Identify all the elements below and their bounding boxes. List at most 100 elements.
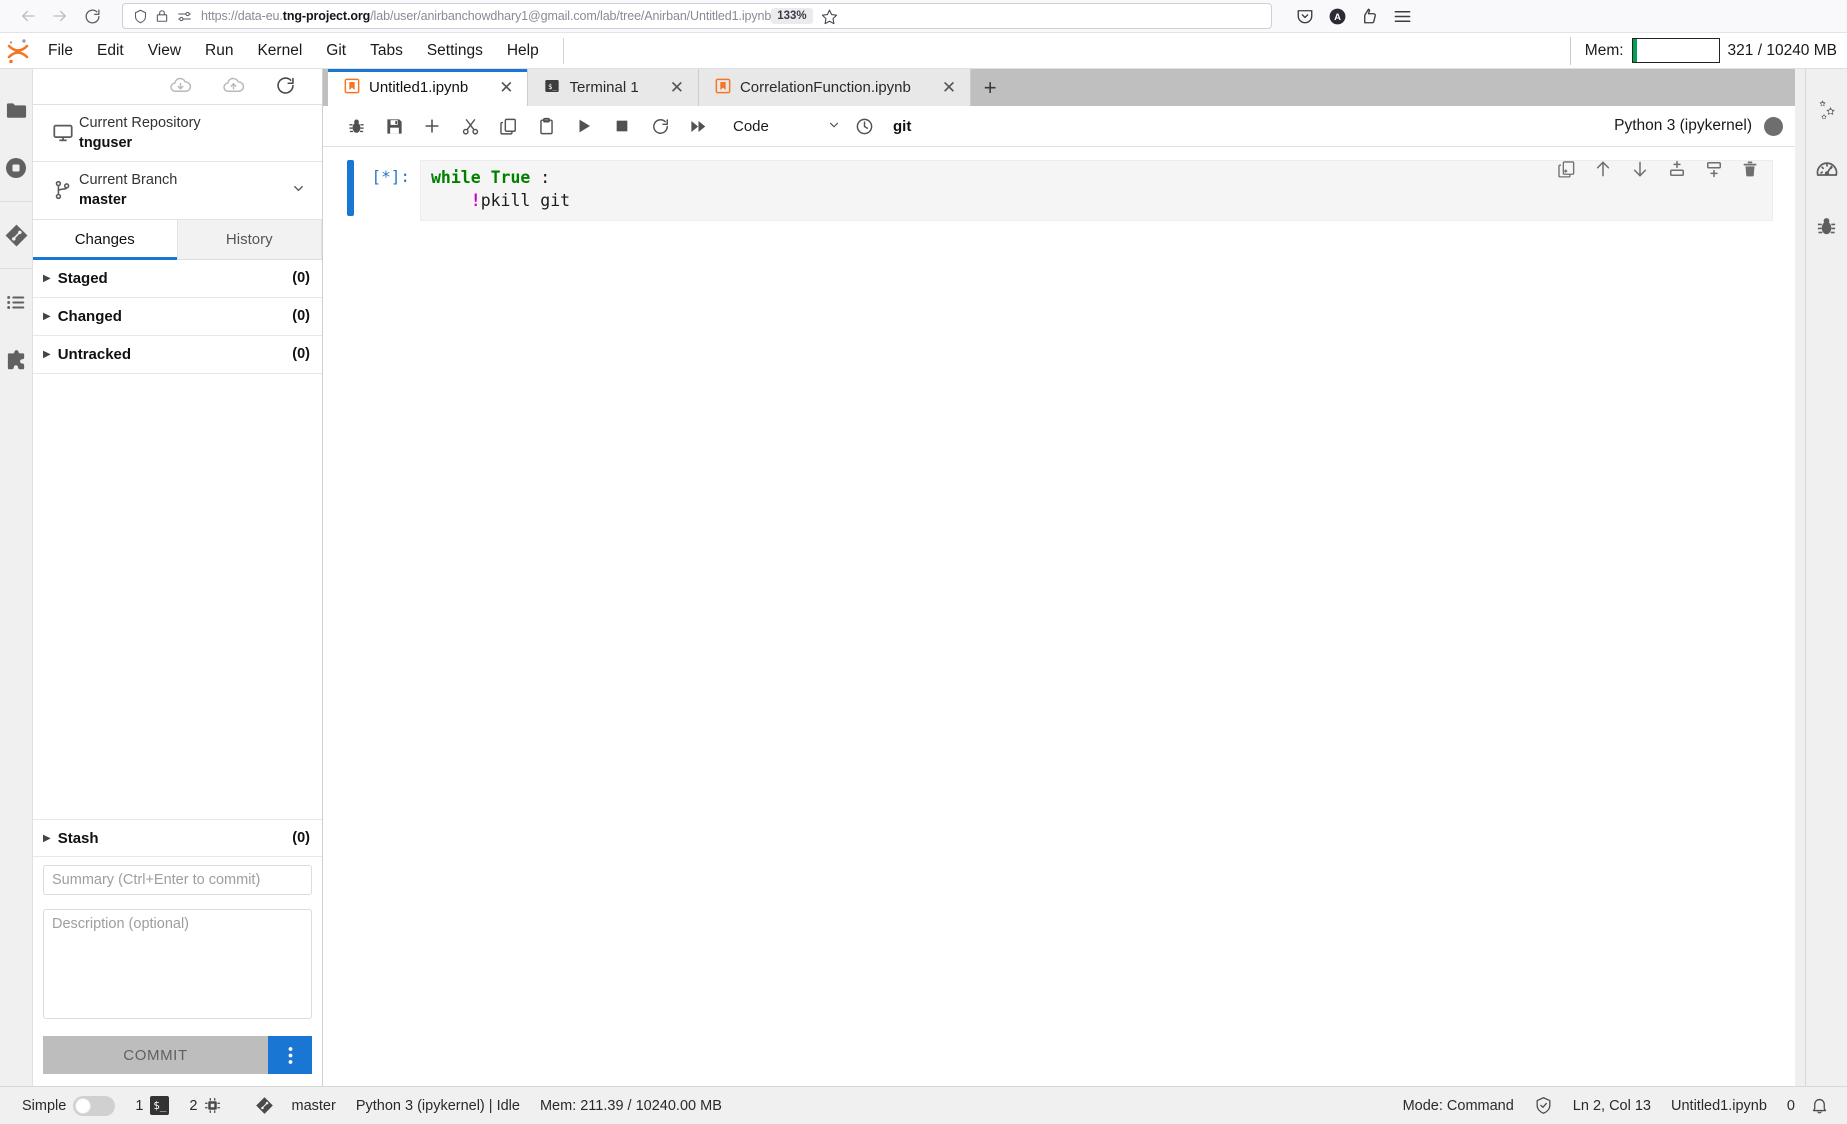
edit-mode-indicator[interactable]: Mode: Command bbox=[1403, 1098, 1514, 1114]
git-section-changed[interactable]: ▶ Changed (0) bbox=[33, 298, 322, 336]
toggle-knob bbox=[75, 1097, 92, 1114]
close-icon[interactable]: ✕ bbox=[499, 79, 513, 96]
move-cell-up-icon[interactable] bbox=[1593, 159, 1613, 184]
git-section-stash[interactable]: ▶ Stash (0) bbox=[33, 819, 322, 857]
restart-kernel-button[interactable] bbox=[641, 110, 679, 142]
permissions-icon[interactable] bbox=[173, 9, 195, 24]
svg-text:A: A bbox=[1334, 12, 1341, 23]
url-suffix: /lab/user/anirbanchowdhary1@gmail.com/la… bbox=[370, 9, 772, 23]
notification-indicator[interactable]: 0 bbox=[1787, 1096, 1829, 1115]
tab-changes[interactable]: Changes bbox=[33, 219, 178, 260]
pocket-icon[interactable] bbox=[1296, 7, 1314, 25]
terminal-count: 1 bbox=[135, 1097, 144, 1114]
sidebar-item-extensions[interactable] bbox=[0, 331, 33, 389]
cursor-position-indicator[interactable]: Ln 2, Col 13 bbox=[1573, 1098, 1651, 1114]
tab-correlationfunction-ipynb[interactable]: CorrelationFunction.ipynb ✕ bbox=[698, 69, 972, 106]
paste-cell-button[interactable] bbox=[527, 110, 565, 142]
star-icon[interactable] bbox=[817, 8, 843, 25]
menu-view[interactable]: View bbox=[137, 38, 192, 64]
sidebar-item-file-browser[interactable] bbox=[0, 81, 33, 139]
commit-description-input[interactable] bbox=[43, 909, 312, 1019]
commit-summary-input[interactable] bbox=[43, 865, 312, 895]
close-icon[interactable]: ✕ bbox=[942, 79, 956, 96]
main-area: Current Repository tnguser Current Branc… bbox=[0, 69, 1847, 1086]
close-icon[interactable]: ✕ bbox=[670, 79, 684, 96]
property-inspector-icon[interactable] bbox=[1806, 81, 1847, 139]
simple-mode-toggle[interactable]: Simple bbox=[22, 1095, 116, 1116]
insert-cell-below-icon[interactable] bbox=[1704, 159, 1724, 184]
activity-bar-divider bbox=[0, 201, 33, 202]
git-repository-value: tnguser bbox=[79, 135, 133, 152]
git-current-repository-row[interactable]: Current Repository tnguser bbox=[33, 105, 322, 163]
restart-run-all-button[interactable] bbox=[679, 110, 717, 142]
sidebar-item-table-of-contents[interactable] bbox=[0, 273, 33, 331]
toggle-switch[interactable] bbox=[73, 1095, 116, 1116]
dashboard-gauge-icon[interactable] bbox=[1806, 139, 1847, 197]
insert-cell-above-icon[interactable] bbox=[1667, 159, 1687, 184]
commit-button[interactable]: COMMIT bbox=[43, 1036, 268, 1074]
git-section-staged[interactable]: ▶ Staged (0) bbox=[33, 260, 322, 298]
notebook-trust-indicator[interactable] bbox=[1534, 1096, 1553, 1115]
url-text[interactable]: https://data-eu.tng-project.org/lab/user… bbox=[201, 9, 771, 23]
kernel-status-indicator[interactable]: Python 3 (ipykernel) | Idle bbox=[356, 1098, 520, 1114]
back-button[interactable] bbox=[12, 2, 44, 30]
jupyter-logo-icon bbox=[0, 37, 36, 65]
git-current-branch-row[interactable]: Current Branch master bbox=[33, 162, 322, 220]
menu-run[interactable]: Run bbox=[194, 38, 244, 64]
run-cell-button[interactable] bbox=[565, 110, 603, 142]
kernel-name-label[interactable]: Python 3 (ipykernel) bbox=[1614, 117, 1752, 135]
tab-untitled1-ipynb[interactable]: Untitled1.ipynb ✕ bbox=[328, 69, 529, 106]
kernel-count-indicator[interactable]: 2 bbox=[189, 1097, 221, 1114]
menu-kernel[interactable]: Kernel bbox=[246, 38, 313, 64]
lock-icon bbox=[151, 9, 173, 23]
address-bar[interactable]: https://data-eu.tng-project.org/lab/user… bbox=[122, 3, 1272, 29]
chevron-down-icon[interactable] bbox=[291, 181, 312, 199]
zoom-level-badge[interactable]: 133% bbox=[771, 8, 813, 24]
menu-tabs[interactable]: Tabs bbox=[359, 38, 414, 64]
cloud-download-icon[interactable] bbox=[169, 74, 192, 100]
menu-file[interactable]: File bbox=[37, 38, 84, 64]
shield-icon[interactable] bbox=[129, 9, 151, 24]
chevron-right-icon: ▶ bbox=[43, 310, 51, 322]
duplicate-cell-icon[interactable] bbox=[1557, 160, 1576, 184]
git-branch-status[interactable]: master bbox=[255, 1096, 336, 1115]
reload-button[interactable] bbox=[76, 2, 108, 30]
terminal-count-indicator[interactable]: 1 $_ bbox=[135, 1096, 170, 1115]
simple-mode-label: Simple bbox=[22, 1097, 67, 1114]
forward-button[interactable] bbox=[44, 2, 76, 30]
account-avatar-icon[interactable]: A bbox=[1328, 7, 1347, 26]
git-toolbar-label[interactable]: git bbox=[893, 118, 911, 135]
menu-edit[interactable]: Edit bbox=[86, 38, 135, 64]
insert-cell-button[interactable] bbox=[413, 110, 451, 142]
cut-cell-button[interactable] bbox=[451, 110, 489, 142]
notebook-history-button[interactable] bbox=[845, 110, 883, 142]
sidebar-item-git[interactable] bbox=[0, 206, 33, 264]
save-notebook-button[interactable] bbox=[375, 110, 413, 142]
delete-cell-icon[interactable] bbox=[1741, 160, 1759, 183]
kernel-busy-dot-icon[interactable] bbox=[1764, 116, 1783, 136]
notebook-scrollbar[interactable] bbox=[1795, 69, 1805, 1086]
refresh-icon[interactable] bbox=[275, 75, 296, 99]
extensions-icon[interactable] bbox=[1361, 7, 1379, 25]
menu-git[interactable]: Git bbox=[315, 38, 357, 64]
debugger-bug-icon[interactable] bbox=[1806, 197, 1847, 255]
cell-type-select[interactable]: Code bbox=[727, 112, 845, 140]
menu-help[interactable]: Help bbox=[496, 38, 550, 64]
git-file-list-empty-area bbox=[33, 374, 322, 820]
git-section-untracked[interactable]: ▶ Untracked (0) bbox=[33, 336, 322, 374]
cloud-upload-icon[interactable] bbox=[222, 74, 245, 100]
move-cell-down-icon[interactable] bbox=[1630, 159, 1650, 184]
tab-label: CorrelationFunction.ipynb bbox=[739, 79, 911, 96]
right-activity-bar bbox=[1805, 69, 1847, 1086]
notebook-canvas[interactable]: [*]: while True : !pkill git bbox=[323, 147, 1795, 1086]
new-launcher-button[interactable]: + bbox=[971, 69, 1010, 106]
menu-settings[interactable]: Settings bbox=[416, 38, 494, 64]
hamburger-menu-icon[interactable] bbox=[1393, 7, 1412, 26]
vertical-dots-icon[interactable] bbox=[268, 1036, 312, 1074]
copy-cell-button[interactable] bbox=[489, 110, 527, 142]
interrupt-kernel-button[interactable] bbox=[603, 110, 641, 142]
sidebar-item-running[interactable] bbox=[0, 139, 33, 197]
debugger-toggle-button[interactable] bbox=[337, 110, 375, 142]
tab-terminal-1[interactable]: $_ Terminal 1 ✕ bbox=[528, 69, 699, 106]
tab-history[interactable]: History bbox=[177, 219, 322, 259]
